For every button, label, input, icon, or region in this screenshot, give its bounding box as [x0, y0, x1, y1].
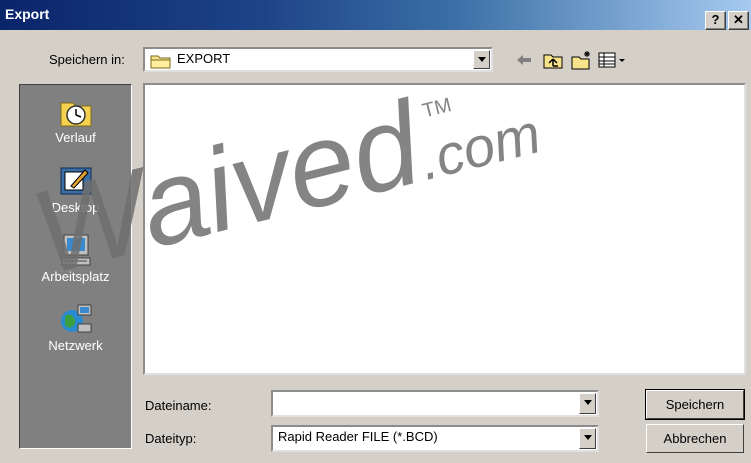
filename-dropdown-icon[interactable] — [579, 393, 596, 414]
folder-icon — [150, 55, 171, 69]
up-folder-icon[interactable] — [542, 49, 564, 71]
filename-field[interactable] — [271, 390, 599, 417]
save-in-value: EXPORT — [177, 51, 231, 66]
history-icon — [60, 102, 91, 127]
filename-label: Dateiname: — [145, 398, 212, 413]
filetype-dropdown-icon[interactable] — [579, 428, 596, 449]
filetype-label: Dateityp: — [145, 431, 197, 446]
save-in-label: Speichern in: — [49, 52, 125, 67]
places-label-history: Verlauf — [55, 130, 96, 145]
filetype-dropdown[interactable]: Rapid Reader FILE (*.BCD) — [271, 425, 599, 452]
cancel-button[interactable]: Abbrechen — [646, 424, 744, 453]
network-icon — [60, 304, 91, 333]
save-button[interactable]: Speichern — [645, 389, 745, 420]
title-bar: Export ? ✕ — [0, 0, 751, 30]
watermark-tm: TM — [420, 94, 454, 123]
filetype-value: Rapid Reader FILE (*.BCD) — [278, 429, 438, 444]
new-folder-icon[interactable] — [570, 49, 592, 71]
places-item-network[interactable]: Netzwerk — [20, 302, 131, 353]
close-button[interactable]: ✕ — [728, 11, 749, 30]
window-title: Export — [5, 6, 50, 22]
view-menu-icon[interactable] — [597, 49, 637, 71]
help-button[interactable]: ? — [705, 11, 726, 30]
places-label-network: Netzwerk — [48, 338, 103, 353]
places-item-history[interactable]: Verlauf — [20, 94, 131, 145]
